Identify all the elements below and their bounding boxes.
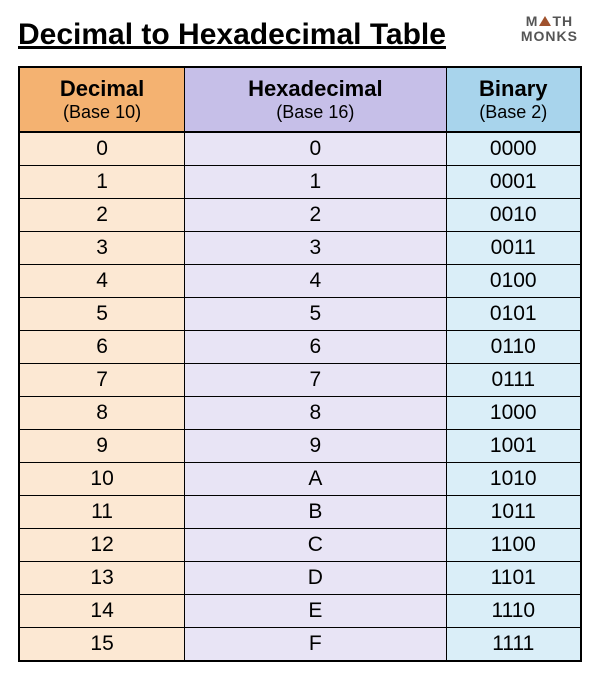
table-row: 13D1101 [19,562,581,595]
cell-decimal: 10 [19,463,185,496]
cell-decimal: 8 [19,397,185,430]
cell-binary: 1010 [446,463,581,496]
header-binary-base: (Base 2) [447,102,580,123]
header-decimal: Decimal (Base 10) [19,67,185,132]
table-row: 550101 [19,298,581,331]
cell-binary: 0010 [446,199,581,232]
cell-hex: B [185,496,446,529]
table-row: 000000 [19,132,581,166]
header-hex-base: (Base 16) [185,102,445,123]
table-row: 330011 [19,232,581,265]
cell-hex: A [185,463,446,496]
cell-hex: 4 [185,265,446,298]
cell-hex: D [185,562,446,595]
cell-hex: 7 [185,364,446,397]
cell-decimal: 7 [19,364,185,397]
cell-hex: 3 [185,232,446,265]
cell-hex: F [185,628,446,662]
table-body: 0000001100012200103300114401005501016601… [19,132,581,661]
table-row: 991001 [19,430,581,463]
brand-logo: M TH MONKS [521,14,578,45]
cell-decimal: 13 [19,562,185,595]
logo-text-m: M [526,13,539,29]
table-row: 110001 [19,166,581,199]
cell-decimal: 5 [19,298,185,331]
cell-decimal: 14 [19,595,185,628]
table-row: 12C1100 [19,529,581,562]
cell-hex: 6 [185,331,446,364]
cell-hex: 2 [185,199,446,232]
cell-decimal: 12 [19,529,185,562]
table-row: 14E1110 [19,595,581,628]
cell-binary: 0101 [446,298,581,331]
cell-binary: 0000 [446,132,581,166]
cell-decimal: 3 [19,232,185,265]
cell-decimal: 1 [19,166,185,199]
table-row: 220010 [19,199,581,232]
triangle-icon [539,16,551,26]
cell-hex: C [185,529,446,562]
cell-binary: 1001 [446,430,581,463]
header-hexadecimal: Hexadecimal (Base 16) [185,67,446,132]
table-row: 440100 [19,265,581,298]
cell-binary: 0110 [446,331,581,364]
table-row: 10A1010 [19,463,581,496]
cell-decimal: 2 [19,199,185,232]
logo-text-th: TH [552,13,573,29]
cell-binary: 1110 [446,595,581,628]
cell-binary: 1101 [446,562,581,595]
conversion-table: Decimal (Base 10) Hexadecimal (Base 16) … [18,66,582,662]
page-title: Decimal to Hexadecimal Table [18,18,582,52]
cell-hex: 0 [185,132,446,166]
table-row: 660110 [19,331,581,364]
cell-binary: 1100 [446,529,581,562]
header-binary: Binary (Base 2) [446,67,581,132]
table-row: 881000 [19,397,581,430]
cell-decimal: 6 [19,331,185,364]
cell-decimal: 15 [19,628,185,662]
cell-binary: 0100 [446,265,581,298]
cell-binary: 1011 [446,496,581,529]
header-binary-name: Binary [447,76,580,102]
cell-hex: 8 [185,397,446,430]
header-decimal-name: Decimal [20,76,184,102]
logo-text-monks: MONKS [521,29,578,44]
header-decimal-base: (Base 10) [20,102,184,123]
cell-hex: 5 [185,298,446,331]
cell-binary: 0111 [446,364,581,397]
cell-binary: 1000 [446,397,581,430]
cell-binary: 0011 [446,232,581,265]
table-row: 770111 [19,364,581,397]
table-row: 15F1111 [19,628,581,662]
cell-hex: E [185,595,446,628]
cell-binary: 1111 [446,628,581,662]
cell-decimal: 4 [19,265,185,298]
cell-hex: 1 [185,166,446,199]
cell-binary: 0001 [446,166,581,199]
cell-decimal: 9 [19,430,185,463]
table-row: 11B1011 [19,496,581,529]
cell-decimal: 0 [19,132,185,166]
header-hex-name: Hexadecimal [185,76,445,102]
cell-decimal: 11 [19,496,185,529]
cell-hex: 9 [185,430,446,463]
